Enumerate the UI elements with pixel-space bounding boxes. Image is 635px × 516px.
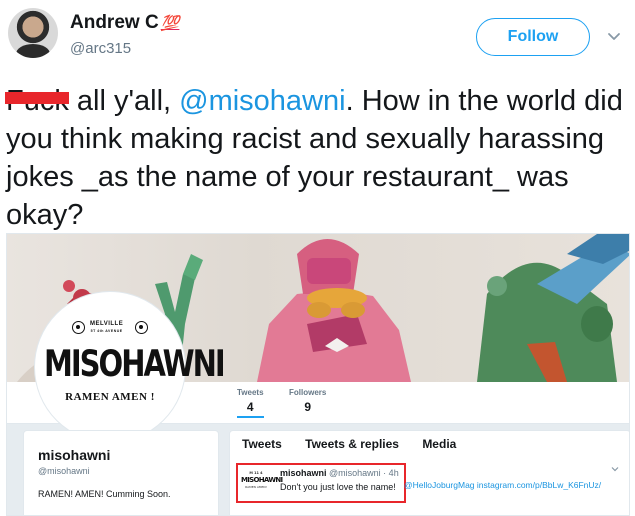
mini-logo-sub: RAMEN AMEN! xyxy=(245,485,267,489)
profile-handle[interactable]: @misohawni xyxy=(38,466,90,476)
author-handle[interactable]: @arc315 xyxy=(70,40,131,57)
embedded-tweet-meta: @misohawni · 4h xyxy=(329,468,399,478)
logo-main-text: MISOHAWNI xyxy=(44,342,226,385)
profile-card: misohawni @misohawni RAMEN! AMEN! Cummin… xyxy=(23,430,219,515)
followers-stat[interactable]: Followers 9 xyxy=(289,388,326,414)
followers-stat-label: Followers xyxy=(289,388,327,397)
embedded-tweet-header: misohawni @misohawni · 4h xyxy=(280,468,399,478)
author-name-text: Andrew C xyxy=(70,12,159,33)
author-avatar[interactable] xyxy=(8,8,58,58)
embedded-tweet-name[interactable]: misohawni xyxy=(280,468,327,478)
highlighted-tweet-box: M 11 4 MISOHAWNI RAMEN AMEN! misohawni @… xyxy=(236,463,406,503)
author-name[interactable]: Andrew C 💯 xyxy=(70,12,179,34)
avatar-shirt xyxy=(16,44,50,58)
logo-small-line2: 5T 4th AVENUE xyxy=(90,329,123,333)
embedded-tweet-text: Don't you just love the name! xyxy=(280,482,396,492)
mini-logo-main: MISOHAWNI xyxy=(241,476,283,484)
profile-logo[interactable]: MELVILLE 5T 4th AVENUE MISOHAWNI RAMEN A… xyxy=(35,292,226,442)
hundred-emoji: 💯 xyxy=(160,15,180,32)
followers-stat-value: 9 xyxy=(304,400,312,414)
profile-bio: RAMEN! AMEN! Cumming Soon. xyxy=(38,489,171,499)
censored-word: Fuck xyxy=(5,82,69,120)
profile-name[interactable]: misohawni xyxy=(38,447,110,463)
tweet-text-part1: all y'all, xyxy=(68,85,180,117)
logo-inner: MELVILLE 5T 4th AVENUE MISOHAWNI RAMEN A… xyxy=(38,295,226,439)
chevron-down-icon[interactable] xyxy=(606,28,622,44)
tweet-menu-chevron-icon[interactable] xyxy=(610,464,620,474)
mention-link[interactable]: @misohawni xyxy=(179,85,345,117)
tweet-avatar-logo[interactable]: M 11 4 MISOHAWNI RAMEN AMEN! xyxy=(241,471,283,497)
logo-small-text: MELVILLE 5T 4th AVENUE xyxy=(90,321,123,335)
timeline-tabs: Tweets Tweets & replies Media xyxy=(242,437,476,451)
embedded-tweet-link[interactable]: @HelloJoburgMag instagram.com/p/BbLw_K6F… xyxy=(404,480,601,490)
logo-sub-text: RAMEN AMEN ! xyxy=(65,391,155,403)
logo-ornament-left xyxy=(72,321,85,334)
tab-tweets[interactable]: Tweets xyxy=(242,437,282,451)
tab-media[interactable]: Media xyxy=(422,437,456,451)
profile-timeline: Tweets Tweets & replies Media M 11 4 MIS… xyxy=(229,430,629,515)
mini-logo-top: M 11 4 xyxy=(249,471,263,475)
tweets-stat[interactable]: Tweets 4 xyxy=(237,388,264,418)
tweets-stat-value: 4 xyxy=(246,400,254,414)
tab-tweets-replies[interactable]: Tweets & replies xyxy=(305,437,399,451)
tweets-stat-label: Tweets xyxy=(237,388,264,397)
attached-image[interactable]: Tweets 4 Followers 9 MELVILLE 5T 4th AVE… xyxy=(6,233,630,516)
tweet-text: Fuck all y'all, @misohawni. How in the w… xyxy=(5,82,630,234)
follow-button[interactable]: Follow xyxy=(476,18,590,56)
logo-ornament-right xyxy=(135,321,148,334)
logo-small-line1: MELVILLE xyxy=(90,321,124,327)
